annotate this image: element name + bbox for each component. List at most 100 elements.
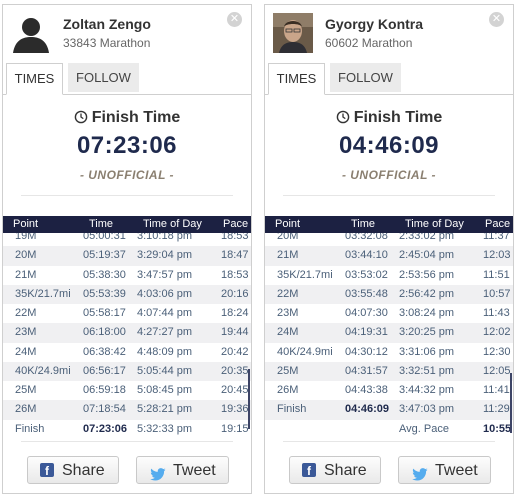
- cell-time-of-day: Avg. Pace: [399, 422, 449, 435]
- close-icon[interactable]: ✕: [227, 12, 242, 27]
- cell-point: 24M: [15, 345, 37, 358]
- close-icon[interactable]: ✕: [489, 12, 504, 27]
- cell-time-of-day: 2:45:04 pm: [399, 249, 455, 262]
- cell-pace: 19:44: [221, 326, 249, 339]
- cell-time-of-day: 3:47:57 pm: [137, 268, 193, 281]
- facebook-icon: f: [40, 463, 54, 478]
- cell-time: 03:32:08: [345, 233, 388, 242]
- runner-card-gyorgy-kontra: Gyorgy Kontra 60602 Marathon ✕ TIMES FOL…: [264, 4, 514, 494]
- cell-time-of-day: 3:10:18 pm: [137, 233, 193, 242]
- header-pace: Pace: [223, 218, 249, 230]
- table-row: 40K/24.9mi 06:56:17 5:05:44 pm 20:35: [3, 361, 251, 381]
- share-button[interactable]: f Share: [289, 456, 381, 484]
- cell-point: 22M: [277, 287, 299, 300]
- cell-time: 06:38:42: [83, 345, 126, 358]
- header-time: Time: [89, 218, 114, 230]
- header-pace: Pace: [485, 218, 511, 230]
- cell-pace: 18:47: [221, 249, 249, 262]
- tweet-button[interactable]: Tweet: [398, 456, 491, 484]
- cell-pace: 20:16: [221, 287, 249, 300]
- cell-time: 04:30:12: [345, 345, 388, 358]
- cell-pace: 10:55: [483, 422, 512, 435]
- cell-time-of-day: 2:56:42 pm: [399, 287, 455, 300]
- tab-times[interactable]: TIMES: [268, 63, 325, 95]
- table-row: 25M 06:59:18 5:08:45 pm 20:45: [3, 381, 251, 400]
- cell-time: 04:19:31: [345, 326, 388, 339]
- cell-pace: 19:15: [221, 422, 249, 435]
- runner-name: Zoltan Zengo: [63, 16, 151, 32]
- cell-point: 21M: [277, 249, 299, 262]
- cell-pace: 18:53: [221, 233, 249, 242]
- cell-point: 24M: [277, 326, 299, 339]
- status-unofficial: - UNOFFICIAL -: [341, 168, 437, 182]
- tab-follow[interactable]: FOLLOW: [330, 63, 401, 92]
- share-label: Share: [324, 462, 367, 479]
- table-row: Avg. Pace 10:55: [265, 420, 513, 439]
- cell-time: 05:19:37: [83, 249, 126, 262]
- finish-label-text: Finish Time: [353, 109, 443, 126]
- cell-point: 25M: [15, 384, 37, 396]
- splits-table[interactable]: 19M 05:00:31 3:10:18 pm 18:53 20M 05:19:37 3:2…: [3, 233, 251, 438]
- cell-point: 22M: [15, 307, 37, 319]
- table-row: 22M 03:55:48 2:56:42 pm 10:57: [265, 284, 513, 304]
- header-point: Point: [275, 218, 301, 230]
- cell-pace: 18:24: [221, 307, 249, 319]
- cell-time: 03:55:48: [345, 287, 388, 300]
- table-row: 26M 04:43:38 3:44:32 pm 11:41: [265, 381, 513, 400]
- table-row: 21M 05:38:30 3:47:57 pm 18:53: [3, 266, 251, 285]
- avatar: [273, 13, 313, 53]
- tweet-label: Tweet: [435, 462, 478, 479]
- share-label: Share: [62, 462, 105, 479]
- splits-table[interactable]: 20M 03:32:08 2:33:02 pm 11:37 21M 03:44:10 2:4…: [265, 233, 513, 438]
- cell-time: 05:38:30: [83, 268, 126, 281]
- cell-pace: 19:36: [221, 403, 249, 416]
- runner-name: Gyorgy Kontra: [325, 16, 424, 32]
- table-row: 20M 03:32:08 2:33:02 pm 11:37: [265, 233, 513, 246]
- finish-label: Finish Time: [265, 109, 513, 129]
- cell-time: 07:18:54: [83, 403, 126, 416]
- cell-time-of-day: 3:44:32 pm: [399, 384, 455, 396]
- finish-label-text: Finish Time: [91, 109, 181, 126]
- cell-point: 25M: [277, 364, 299, 377]
- cell-time-of-day: 2:33:02 pm: [399, 233, 455, 242]
- cell-pace: 11:37: [483, 233, 510, 242]
- scrollbar[interactable]: [248, 369, 250, 429]
- cell-point: 20M: [15, 249, 37, 262]
- cell-time: 04:31:57: [345, 364, 388, 377]
- cell-time: 06:59:18: [83, 384, 126, 396]
- cell-point: 19M: [15, 233, 37, 242]
- runner-subtitle: 33843 Marathon: [63, 36, 151, 50]
- tweet-label: Tweet: [173, 462, 216, 479]
- tweet-button[interactable]: Tweet: [136, 456, 229, 484]
- tab-follow[interactable]: FOLLOW: [68, 63, 139, 92]
- tab-times[interactable]: TIMES: [6, 63, 63, 95]
- table-header: Point Time Time of Day Pace: [3, 216, 251, 233]
- scrollbar[interactable]: [510, 373, 512, 433]
- header-time-of-day: Time of Day: [143, 218, 202, 230]
- cell-time-of-day: 5:08:45 pm: [137, 384, 193, 396]
- cell-time-of-day: 4:03:06 pm: [137, 287, 193, 300]
- splits-rows: 19M 05:00:31 3:10:18 pm 18:53 20M 05:19:37 3:2…: [3, 233, 251, 438]
- cell-point: 21M: [15, 268, 37, 281]
- cell-point: 35K/21.7mi: [277, 268, 333, 281]
- cell-pace: 11:43: [483, 307, 510, 319]
- cell-time-of-day: 4:48:09 pm: [137, 345, 193, 358]
- cell-time: 05:00:31: [83, 233, 126, 242]
- cell-pace: 10:57: [483, 287, 511, 300]
- divider: [283, 195, 495, 196]
- table-row: 35K/21.7mi 03:53:02 2:53:56 pm 11:51: [265, 266, 513, 285]
- cell-time-of-day: 5:05:44 pm: [137, 364, 193, 377]
- cell-point: Finish: [15, 422, 45, 435]
- cell-time-of-day: 5:32:33 pm: [137, 422, 193, 435]
- cell-time-of-day: 4:07:44 pm: [137, 307, 193, 319]
- cell-time: 04:46:09: [345, 403, 390, 416]
- table-row: 24M 04:19:31 3:20:25 pm 12:02: [265, 323, 513, 343]
- share-button[interactable]: f Share: [27, 456, 119, 484]
- runner-card-zoltan-zengo: Zoltan Zengo 33843 Marathon ✕ TIMES FOLL…: [2, 4, 252, 494]
- cell-point: 23M: [15, 326, 37, 339]
- cell-time-of-day: 3:08:24 pm: [399, 307, 455, 319]
- cell-pace: 12:03: [483, 249, 511, 262]
- header-time: Time: [351, 218, 376, 230]
- cell-point: 40K/24.9mi: [277, 345, 333, 358]
- divider: [283, 441, 495, 442]
